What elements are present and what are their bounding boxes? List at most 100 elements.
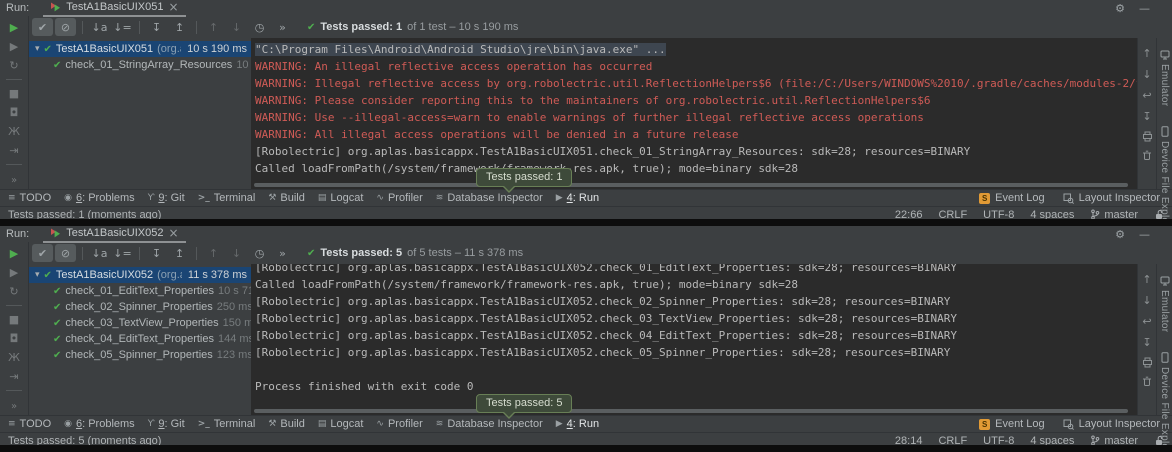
test-suite-row[interactable]: ▾ ✔ TestA1BasicUIX052 (org.aplas.basica …	[29, 267, 251, 283]
rerun-failed-tests-icon[interactable]: ▶	[7, 266, 21, 279]
next-occurrence-icon[interactable]: ↓	[226, 244, 247, 262]
more-options-icon[interactable]: »	[11, 401, 17, 412]
lock-icon[interactable]	[1154, 435, 1164, 445]
chevron-down-icon[interactable]: ▾	[35, 44, 40, 54]
indent-setting[interactable]: 4 spaces	[1030, 435, 1074, 446]
test-case-row[interactable]: ✔ check_04_EditText_Properties 144 ms	[29, 331, 251, 347]
git-branch-widget[interactable]: master	[1090, 209, 1138, 220]
collapse-all-icon[interactable]: ↥	[169, 244, 190, 262]
tab-emulator[interactable]: Emulator	[1159, 50, 1170, 106]
logcat-icon[interactable]: Logcat	[318, 418, 364, 430]
show-passed-icon[interactable]: ✔	[32, 244, 53, 262]
print-icon[interactable]	[1142, 357, 1153, 368]
hide-ignored-icon[interactable]: ⊘	[55, 18, 76, 36]
rerun-icon[interactable]: ▶	[7, 247, 21, 260]
print-icon[interactable]	[1142, 131, 1153, 142]
todo-icon[interactable]: TODO	[8, 192, 51, 204]
stop-icon[interactable]: ■	[7, 87, 21, 100]
tab-emulator[interactable]: Emulator	[1159, 276, 1170, 332]
rerun-icon[interactable]: ▶	[7, 21, 21, 34]
import-tests-icon[interactable]: ⇥	[7, 144, 21, 157]
attach-debugger-icon[interactable]: Ж	[7, 125, 21, 138]
logcat-icon[interactable]: Logcat	[318, 192, 364, 204]
chevron-down-icon[interactable]: ▾	[35, 270, 40, 280]
layout-inspector-button[interactable]: Layout Inspector	[1063, 192, 1160, 204]
event-log-button[interactable]: S Event Log	[979, 192, 1045, 204]
git-icon[interactable]: 9: Git	[148, 418, 185, 430]
screenshot-icon[interactable]: ◘	[7, 332, 21, 345]
hide-ignored-icon[interactable]: ⊘	[55, 244, 76, 262]
settings-gear-icon[interactable]: ⚙	[1115, 228, 1125, 241]
caret-position[interactable]: 28:14	[895, 435, 923, 446]
event-log-button[interactable]: S Event Log	[979, 418, 1045, 430]
run-icon[interactable]: 4: Run	[556, 192, 599, 204]
console-output[interactable]: "C:\Program Files\Android\Android Studio…	[251, 38, 1137, 189]
sort-by-duration-icon[interactable]: ↓=	[112, 244, 133, 262]
sort-alphabetically-icon[interactable]: ↓a	[89, 244, 110, 262]
tab-device-file-explorer[interactable]: Device File Explorer	[1159, 352, 1170, 445]
expand-all-icon[interactable]: ↧	[146, 18, 167, 36]
close-icon[interactable]: ×	[168, 2, 178, 12]
hide-window-icon[interactable]: —	[1139, 228, 1150, 241]
clear-console-icon[interactable]	[1142, 376, 1152, 387]
screenshot-icon[interactable]: ◘	[7, 106, 21, 119]
more-toolbar-icon[interactable]: »	[272, 18, 293, 36]
run-config-tab[interactable]: TestA1BasicUIX052 ×	[43, 226, 185, 243]
collapse-all-icon[interactable]: ↥	[169, 18, 190, 36]
test-case-row[interactable]: ✔ check_02_Spinner_Properties 250 ms	[29, 299, 251, 315]
horizontal-scrollbar[interactable]	[254, 183, 1128, 187]
database-icon[interactable]: Database Inspector	[436, 192, 543, 204]
clear-console-icon[interactable]	[1142, 150, 1152, 161]
more-options-icon[interactable]: »	[11, 175, 17, 186]
profiler-icon[interactable]: Profiler	[376, 418, 422, 430]
test-suite-row[interactable]: ▾ ✔ TestA1BasicUIX051 (org.aplas.basica …	[29, 41, 251, 57]
test-case-row[interactable]: ✔ check_05_Spinner_Properties 123 ms	[29, 347, 251, 363]
settings-gear-icon[interactable]: ⚙	[1115, 2, 1125, 15]
file-encoding[interactable]: UTF-8	[983, 435, 1014, 446]
down-stacktrace-icon[interactable]: ↓	[1142, 294, 1151, 307]
todo-icon[interactable]: TODO	[8, 418, 51, 430]
run-config-tab[interactable]: TestA1BasicUIX051 ×	[43, 0, 185, 17]
horizontal-scrollbar[interactable]	[254, 409, 1128, 413]
scroll-to-end-icon[interactable]: ↧	[1142, 110, 1151, 123]
stop-icon[interactable]: ■	[7, 313, 21, 326]
line-separator[interactable]: CRLF	[938, 435, 967, 446]
profiler-icon[interactable]: Profiler	[376, 192, 422, 204]
console-output[interactable]: [Robolectric] org.aplas.basicappx.TestA1…	[251, 264, 1137, 415]
test-case-row[interactable]: ✔ check_01_StringArray_Resources 10 s 19…	[29, 57, 251, 73]
up-stacktrace-icon[interactable]: ↑	[1142, 47, 1151, 60]
up-stacktrace-icon[interactable]: ↑	[1142, 273, 1151, 286]
toggle-auto-test-icon[interactable]: ↻	[7, 59, 21, 72]
more-toolbar-icon[interactable]: »	[272, 244, 293, 262]
close-icon[interactable]: ×	[168, 228, 178, 238]
layout-inspector-button[interactable]: Layout Inspector	[1063, 418, 1160, 430]
file-encoding[interactable]: UTF-8	[983, 209, 1014, 220]
build-icon[interactable]: Build	[268, 192, 305, 204]
git-branch-widget[interactable]: master	[1090, 435, 1138, 446]
sort-by-duration-icon[interactable]: ↓=	[112, 18, 133, 36]
database-icon[interactable]: Database Inspector	[436, 418, 543, 430]
rerun-failed-tests-icon[interactable]: ▶	[7, 40, 21, 53]
test-history-icon[interactable]: ◷	[249, 18, 270, 36]
attach-debugger-icon[interactable]: Ж	[7, 351, 21, 364]
down-stacktrace-icon[interactable]: ↓	[1142, 68, 1151, 81]
terminal-icon[interactable]: Terminal	[198, 192, 256, 204]
test-history-icon[interactable]: ◷	[249, 244, 270, 262]
terminal-icon[interactable]: Terminal	[198, 418, 256, 430]
run-icon[interactable]: 4: Run	[556, 418, 599, 430]
test-case-row[interactable]: ✔ check_03_TextView_Properties 150 ms	[29, 315, 251, 331]
scroll-to-end-icon[interactable]: ↧	[1142, 336, 1151, 349]
soft-wrap-icon[interactable]: ↩	[1142, 89, 1151, 102]
previous-occurrence-icon[interactable]: ↑	[203, 244, 224, 262]
problems-icon[interactable]: 6: Problems	[64, 418, 135, 430]
problems-icon[interactable]: 6: Problems	[64, 192, 135, 204]
git-icon[interactable]: 9: Git	[148, 192, 185, 204]
caret-position[interactable]: 22:66	[895, 209, 923, 220]
sort-alphabetically-icon[interactable]: ↓a	[89, 18, 110, 36]
soft-wrap-icon[interactable]: ↩	[1142, 315, 1151, 328]
test-case-row[interactable]: ✔ check_01_EditText_Properties 10 s 711 …	[29, 283, 251, 299]
indent-setting[interactable]: 4 spaces	[1030, 209, 1074, 220]
show-passed-icon[interactable]: ✔	[32, 18, 53, 36]
hide-window-icon[interactable]: —	[1139, 2, 1150, 15]
build-icon[interactable]: Build	[268, 418, 305, 430]
